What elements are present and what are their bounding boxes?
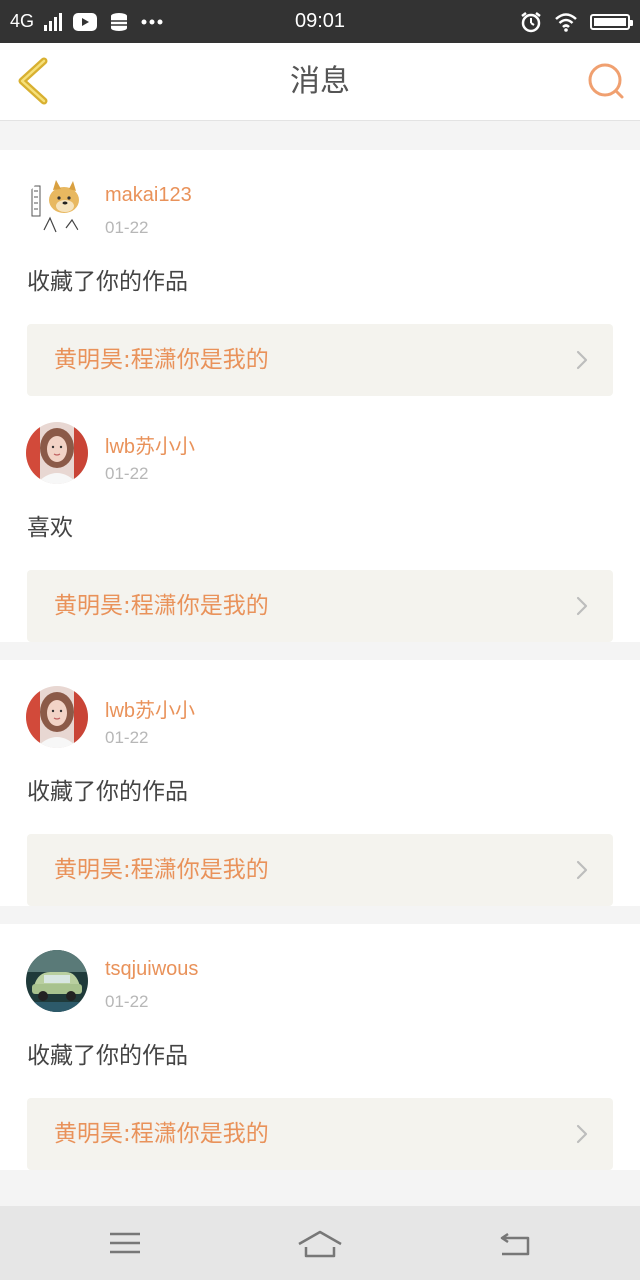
return-icon[interactable] bbox=[496, 1224, 536, 1262]
chevron-right-icon bbox=[576, 350, 588, 370]
work-title: 黄明昊:程潇你是我的 bbox=[54, 1121, 269, 1147]
alarm-icon bbox=[521, 11, 541, 32]
girl-avatar[interactable] bbox=[26, 422, 88, 484]
message-action: 收藏了你的作品 bbox=[27, 1043, 188, 1069]
message-action: 喜欢 bbox=[27, 515, 73, 541]
work-reference[interactable]: 黄明昊:程潇你是我的 bbox=[27, 570, 613, 642]
message-card: makai123 01-22 收藏了你的作品 黄明昊:程潇你是我的 bbox=[0, 150, 640, 396]
message-date: 01-22 bbox=[105, 218, 149, 237]
user-name[interactable]: lwb苏小小 bbox=[105, 694, 195, 723]
page-title: 消息 bbox=[290, 64, 350, 99]
battery-icon bbox=[590, 13, 633, 30]
work-title: 黄明昊:程潇你是我的 bbox=[54, 593, 269, 619]
chevron-right-icon bbox=[576, 1124, 588, 1144]
user-name[interactable]: lwb苏小小 bbox=[105, 430, 195, 459]
status-right bbox=[520, 0, 633, 43]
message-list: makai123 01-22 收藏了你的作品 黄明昊:程潇你是我的 lwb苏小小… bbox=[0, 132, 640, 1188]
message-date: 01-22 bbox=[105, 728, 149, 747]
message-card: tsqjuiwous 01-22 收藏了你的作品 黄明昊:程潇你是我的 bbox=[0, 924, 640, 1170]
status-bar: 4G 09:01 bbox=[0, 0, 640, 43]
work-title: 黄明昊:程潇你是我的 bbox=[54, 857, 269, 883]
wifi-icon bbox=[555, 12, 577, 32]
user-name[interactable]: makai123 bbox=[105, 184, 192, 207]
system-navigation-bar bbox=[0, 1206, 640, 1280]
user-name[interactable]: tsqjuiwous bbox=[105, 958, 198, 981]
message-card: lwb苏小小 01-22 喜欢 黄明昊:程潇你是我的 bbox=[0, 396, 640, 642]
work-reference[interactable]: 黄明昊:程潇你是我的 bbox=[27, 324, 613, 396]
home-icon[interactable] bbox=[296, 1224, 344, 1262]
work-reference[interactable]: 黄明昊:程潇你是我的 bbox=[27, 834, 613, 906]
car-avatar[interactable] bbox=[26, 950, 88, 1012]
girl-avatar[interactable] bbox=[26, 686, 88, 748]
work-reference[interactable]: 黄明昊:程潇你是我的 bbox=[27, 1098, 613, 1170]
header: 消息 bbox=[0, 43, 640, 121]
message-action: 收藏了你的作品 bbox=[27, 269, 188, 295]
search-icon[interactable] bbox=[586, 61, 626, 101]
message-action: 收藏了你的作品 bbox=[27, 779, 188, 805]
doge-avatar[interactable] bbox=[26, 176, 88, 238]
message-card: lwb苏小小 01-22 收藏了你的作品 黄明昊:程潇你是我的 bbox=[0, 660, 640, 906]
message-date: 01-22 bbox=[105, 464, 149, 483]
chevron-right-icon bbox=[576, 860, 588, 880]
message-date: 01-22 bbox=[105, 992, 149, 1011]
menu-icon[interactable] bbox=[105, 1224, 145, 1262]
chevron-right-icon bbox=[576, 596, 588, 616]
work-title: 黄明昊:程潇你是我的 bbox=[54, 347, 269, 373]
